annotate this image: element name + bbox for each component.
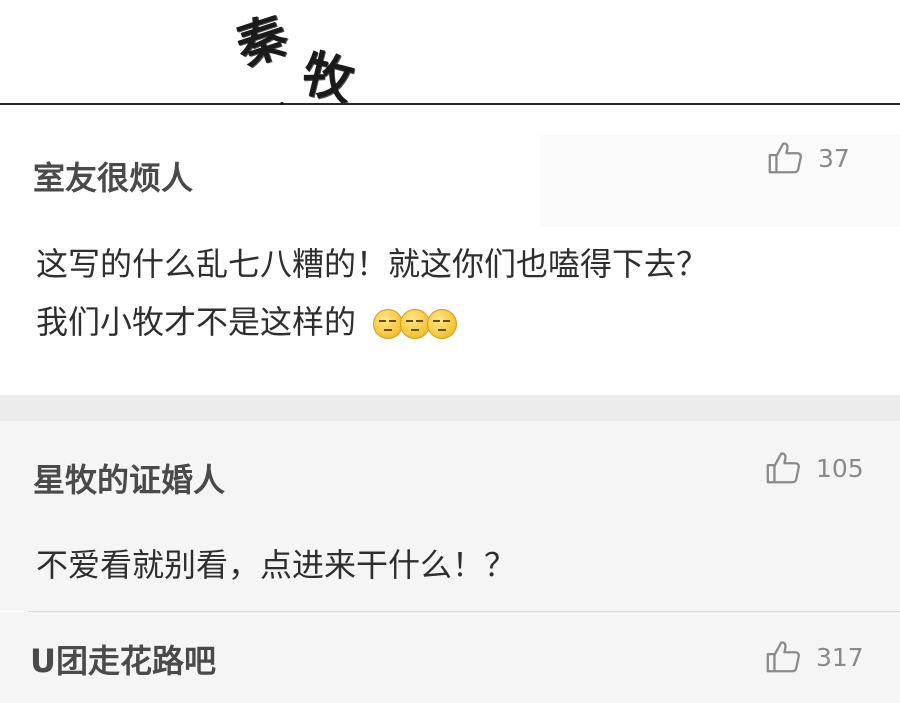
comment-item: 室友很烦人 37 这写的什么乱七八糟的！就这你们也嗑得下去？ 我们小牧才不是这样…: [0, 105, 900, 395]
thumbs-up-outline-icon: [766, 641, 800, 673]
comment-text: 不爱看就别看，点进来干什么！？: [36, 536, 516, 594]
comment-username[interactable]: 室友很烦人: [33, 153, 193, 199]
thumbs-up-outline-icon: [766, 452, 800, 484]
like-button[interactable]: 317: [764, 638, 864, 676]
top-blank-area: 秦 牧: [0, 0, 900, 112]
handwritten-annotation-char-1: 秦: [229, 5, 294, 77]
comment-username[interactable]: U团走花路吧: [30, 636, 216, 682]
grimace-emoji-icon: [373, 309, 404, 339]
reply-item: 星牧的证婚人 105 不爱看就别看，点进来干什么！？: [0, 421, 900, 611]
emoji-group: [373, 309, 458, 339]
like-count: 37: [818, 143, 850, 173]
grimace-emoji-icon: [400, 309, 431, 339]
comment-line: 我们小牧才不是这样的: [36, 303, 357, 341]
like-count: 317: [816, 642, 864, 672]
like-button[interactable]: 105: [764, 449, 864, 487]
reply-item: U团走花路吧 317: [0, 612, 900, 703]
comment-username[interactable]: 星牧的证婚人: [33, 455, 225, 501]
like-count: 105: [816, 453, 864, 483]
comment-text: 这写的什么乱七八糟的！就这你们也嗑得下去？ 我们小牧才不是这样的: [36, 235, 708, 351]
comment-line: 这写的什么乱七八糟的！就这你们也嗑得下去？: [36, 245, 709, 283]
comment-line: 不爱看就别看，点进来干什么！？: [36, 546, 517, 584]
comment-line-with-emoji: 我们小牧才不是这样的: [36, 293, 708, 351]
section-separator: [0, 395, 900, 421]
like-button[interactable]: 37: [766, 139, 850, 177]
grimace-emoji-icon: [427, 309, 458, 339]
thumbs-up-outline-icon: [768, 142, 802, 174]
